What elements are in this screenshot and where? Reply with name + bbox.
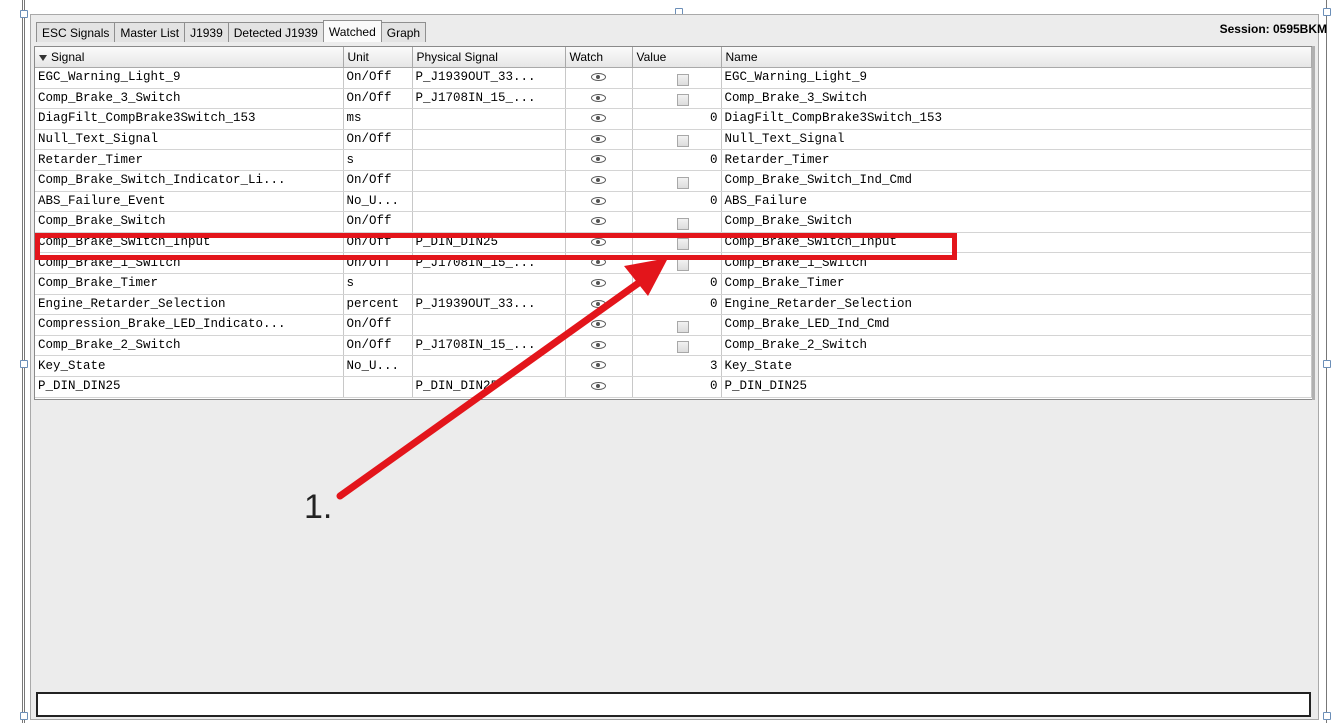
annotation-label: 1. xyxy=(304,488,333,526)
annotation-arrow xyxy=(336,258,668,500)
